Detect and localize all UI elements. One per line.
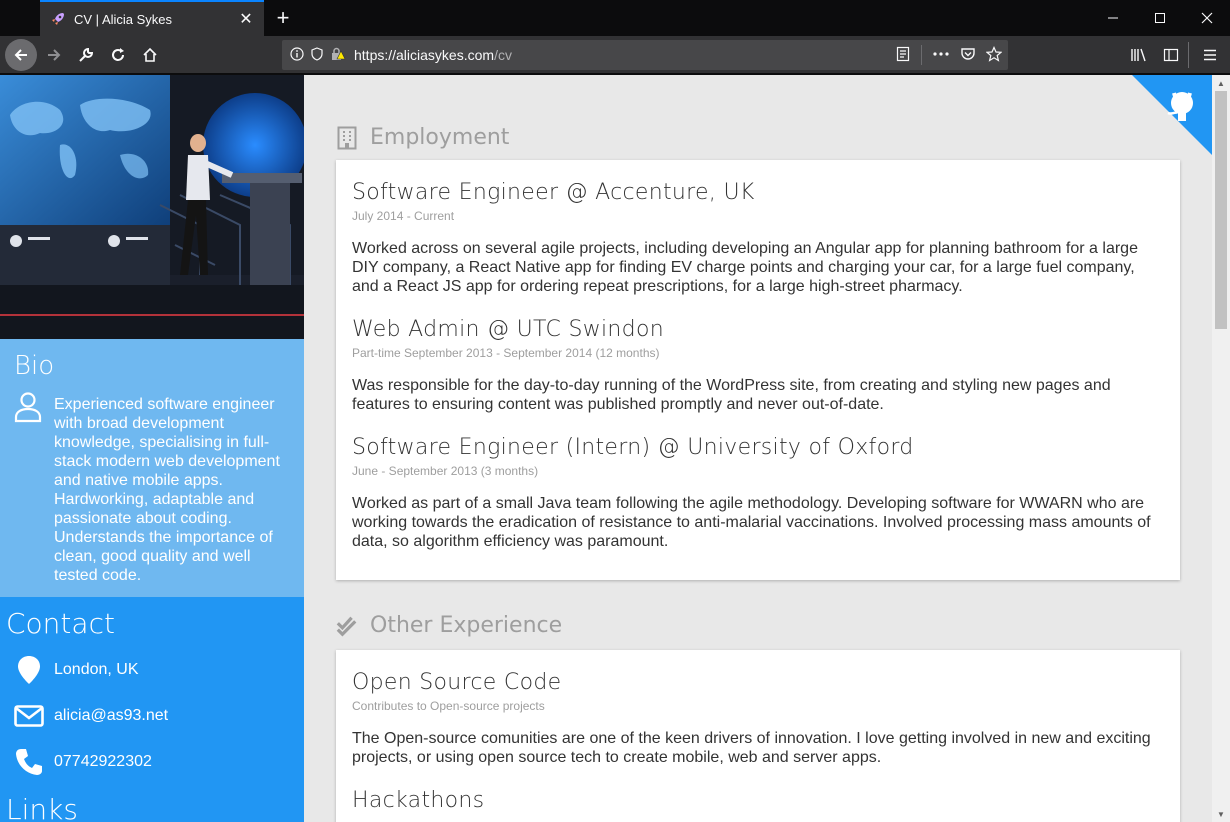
- experience-title: Open Source Code: [352, 670, 562, 695]
- github-corner-link[interactable]: [1132, 75, 1212, 155]
- double-check-icon: [336, 614, 358, 638]
- hamburger-menu-icon: [1204, 49, 1216, 61]
- wrench-button[interactable]: [70, 39, 102, 71]
- contact-phone[interactable]: 07742922302: [0, 745, 304, 779]
- job-title: Web Admin @ UTC Swindon: [352, 317, 664, 342]
- url-text: https://aliciasykes.com/cv: [354, 47, 512, 63]
- bio-panel: Bio Experienced software engineer with b…: [0, 339, 304, 597]
- contact-panel: Contact London, UK alicia@as93.net 07742…: [0, 597, 304, 822]
- employment-card: Software Engineer @ Accenture, UK July 2…: [336, 160, 1180, 580]
- library-icon: [1131, 48, 1146, 62]
- job-entry: Software Engineer @ Accenture, UK July 2…: [352, 180, 1164, 296]
- other-experience-heading: Other Experience: [336, 613, 562, 638]
- experience-entry: Open Source Code Contributes to Open-sou…: [352, 670, 1164, 767]
- profile-photo: [0, 75, 304, 339]
- wrench-icon: [79, 47, 94, 62]
- sidebar-toggle-button[interactable]: [1155, 39, 1187, 71]
- job-dates: Part-time September 2013 - September 201…: [352, 346, 660, 360]
- bookmark-star-icon[interactable]: [985, 45, 1003, 65]
- job-dates: July 2014 - Current: [352, 209, 455, 223]
- sidebar-icon: [1163, 48, 1179, 62]
- maximize-button[interactable]: [1137, 0, 1183, 36]
- page-scrollbar[interactable]: ▲ ▼: [1212, 75, 1230, 822]
- experience-description: The Open-source comunities are one of th…: [352, 730, 1151, 766]
- job-description: Worked as part of a small Java team foll…: [352, 495, 1151, 550]
- rocket-favicon-icon: [50, 11, 66, 27]
- page-actions-icon[interactable]: [932, 46, 950, 65]
- bio-text: Experienced software engineer with broad…: [54, 396, 280, 584]
- job-description: Worked across on several agile projects,…: [352, 240, 1138, 295]
- scroll-up-arrow-icon[interactable]: ▲: [1212, 75, 1230, 91]
- phone-link[interactable]: 07742922302: [54, 753, 152, 771]
- phone-icon: [14, 745, 44, 779]
- forward-arrow-icon: [48, 49, 61, 61]
- building-icon: [336, 126, 358, 150]
- job-entry: Software Engineer (Intern) @ University …: [352, 435, 1164, 551]
- links-heading: Links: [6, 793, 78, 822]
- job-title: Software Engineer @ Accenture, UK: [352, 180, 755, 205]
- location-text: London, UK: [54, 661, 139, 678]
- reload-icon: [112, 48, 124, 61]
- other-experience-heading-text: Other Experience: [370, 613, 563, 638]
- contact-email[interactable]: alicia@as93.net: [0, 699, 304, 733]
- url-separator: [921, 45, 922, 65]
- user-icon: [14, 391, 42, 428]
- minimize-button[interactable]: [1090, 0, 1136, 36]
- url-path: /cv: [494, 47, 512, 63]
- job-description: Was responsible for the day-to-day runni…: [352, 377, 1111, 413]
- experience-entry: Hackathons: [352, 788, 1164, 813]
- tab-bar: CV | Alicia Sykes ✕ +: [0, 0, 1230, 36]
- employment-heading: Employment: [336, 125, 509, 150]
- browser-tab[interactable]: CV | Alicia Sykes ✕: [40, 0, 264, 36]
- menu-button[interactable]: [1194, 39, 1226, 71]
- insecure-lock-icon[interactable]: [330, 47, 346, 64]
- pocket-icon[interactable]: [960, 46, 976, 65]
- envelope-icon: [14, 699, 44, 733]
- new-tab-button[interactable]: +: [270, 4, 296, 32]
- tab-close-icon[interactable]: ✕: [238, 11, 254, 28]
- tab-title: CV | Alicia Sykes: [74, 11, 173, 27]
- home-icon: [143, 47, 157, 62]
- experience-title: Hackathons: [352, 788, 485, 813]
- info-icon[interactable]: [290, 46, 304, 64]
- back-button[interactable]: [5, 39, 37, 71]
- map-marker-icon: [14, 653, 44, 687]
- job-title: Software Engineer (Intern) @ University …: [352, 435, 914, 460]
- contact-location: London, UK: [0, 653, 304, 687]
- scroll-down-arrow-icon[interactable]: ▼: [1212, 806, 1230, 822]
- reader-view-icon[interactable]: [895, 46, 911, 65]
- employment-heading-text: Employment: [370, 125, 510, 150]
- library-button[interactable]: [1123, 39, 1155, 71]
- address-bar[interactable]: https://aliciasykes.com/cv: [282, 40, 1008, 70]
- tracking-shield-icon[interactable]: [310, 46, 324, 64]
- navigation-toolbar: https://aliciasykes.com/cv: [0, 36, 1230, 74]
- scroll-thumb[interactable]: [1215, 91, 1227, 329]
- contact-heading: Contact: [6, 607, 115, 640]
- experience-subtitle: Contributes to Open-source projects: [352, 699, 545, 713]
- job-dates: June - September 2013 (3 months): [352, 464, 539, 478]
- url-domain: https://aliciasykes.com: [354, 47, 495, 63]
- close-window-button[interactable]: [1184, 0, 1230, 36]
- page-viewport: Bio Experienced software engineer with b…: [0, 75, 1212, 822]
- toolbar-separator: [1188, 42, 1189, 68]
- reload-button[interactable]: [102, 39, 134, 71]
- bio-heading: Bio: [14, 351, 55, 381]
- other-experience-card: Open Source Code Contributes to Open-sou…: [336, 650, 1180, 822]
- job-entry: Web Admin @ UTC Swindon Part-time Septem…: [352, 317, 1164, 414]
- email-link[interactable]: alicia@as93.net: [54, 707, 168, 725]
- forward-button[interactable]: [38, 39, 70, 71]
- cv-sidebar: Bio Experienced software engineer with b…: [0, 75, 304, 822]
- home-button[interactable]: [134, 39, 166, 71]
- back-arrow-icon: [14, 49, 27, 61]
